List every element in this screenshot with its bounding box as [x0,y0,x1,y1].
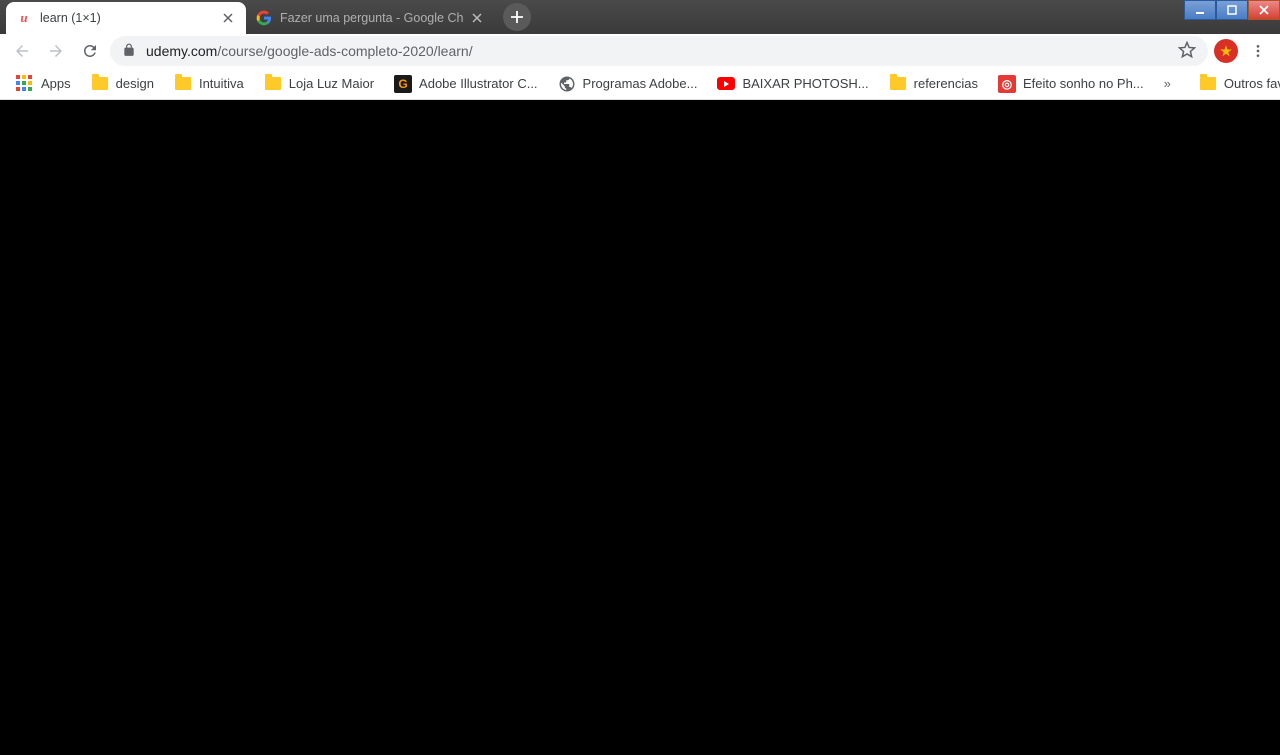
page-content [0,100,1280,755]
tab-title: Fazer uma pergunta - Google Ch [280,11,463,25]
tab-google[interactable]: Fazer uma pergunta - Google Ch [246,2,495,34]
bookmark-baixar-photoshop[interactable]: BAIXAR PHOTOSH... [711,71,874,97]
reload-button[interactable] [76,37,104,65]
tab-title: learn (1×1) [40,11,214,25]
bookmark-folder-loja-luz-maior[interactable]: Loja Luz Maior [258,71,380,97]
tab-udemy[interactable]: u learn (1×1) [6,2,246,34]
bookmark-label: referencias [914,76,978,91]
browser-toolbar: udemy.com/course/google-ads-completo-202… [0,34,1280,68]
udemy-favicon-icon: u [16,10,32,26]
apps-grid-icon [16,75,34,93]
extension-icon[interactable] [1214,39,1238,63]
bookmark-efeito-sonho[interactable]: ◎ Efeito sonho no Ph... [992,71,1150,97]
bookmark-label: design [116,76,154,91]
globe-icon [558,75,576,93]
apps-button[interactable]: Apps [10,71,77,97]
bookmark-label: Efeito sonho no Ph... [1023,76,1144,91]
google-favicon-icon [256,10,272,26]
folder-icon [889,75,907,93]
url-path: /course/google-ads-completo-2020/learn/ [217,43,472,59]
tab-strip: u learn (1×1) Fazer uma pergunta - Googl… [0,0,1280,34]
window-controls [1184,0,1280,20]
bookmark-label: BAIXAR PHOTOSH... [742,76,868,91]
forward-button[interactable] [42,37,70,65]
tab-close-button[interactable] [220,10,236,26]
bookmark-folder-intuitiva[interactable]: Intuitiva [168,71,250,97]
pinterest-icon: ◎ [998,75,1016,93]
bookmark-programas-adobe[interactable]: Programas Adobe... [552,71,704,97]
folder-icon [264,75,282,93]
window-maximize-button[interactable] [1216,0,1248,20]
folder-icon [1199,75,1217,93]
window-minimize-button[interactable] [1184,0,1216,20]
bookmark-folder-referencias[interactable]: referencias [883,71,984,97]
bookmark-adobe-illustrator[interactable]: G Adobe Illustrator C... [388,71,544,97]
apps-label: Apps [41,76,71,91]
bookmark-label: Programas Adobe... [583,76,698,91]
bookmark-label: Loja Luz Maior [289,76,374,91]
bookmarks-bar: Apps design Intuitiva Loja Luz Maior G A… [0,68,1280,100]
tab-close-button[interactable] [469,10,485,26]
bookmark-label: Intuitiva [199,76,244,91]
browser-tabs: u learn (1×1) Fazer uma pergunta - Googl… [0,2,531,34]
other-bookmarks-label: Outros favoritos [1224,76,1280,91]
url-domain: udemy.com [146,43,217,59]
bookmark-star-button[interactable] [1178,41,1196,62]
address-bar[interactable]: udemy.com/course/google-ads-completo-202… [110,36,1208,66]
bookmark-folder-design[interactable]: design [85,71,160,97]
new-tab-button[interactable] [503,3,531,31]
other-bookmarks-button[interactable]: Outros favoritos [1193,71,1280,97]
youtube-icon [717,75,735,93]
folder-icon [174,75,192,93]
back-button[interactable] [8,37,36,65]
bookmark-label: Adobe Illustrator C... [419,76,538,91]
window-close-button[interactable] [1248,0,1280,20]
grammarly-icon: G [394,75,412,93]
lock-icon [122,43,136,60]
url-text: udemy.com/course/google-ads-completo-202… [146,43,1168,59]
bookmarks-overflow-button[interactable]: » [1158,76,1177,91]
folder-icon [91,75,109,93]
chrome-menu-button[interactable] [1244,37,1272,65]
